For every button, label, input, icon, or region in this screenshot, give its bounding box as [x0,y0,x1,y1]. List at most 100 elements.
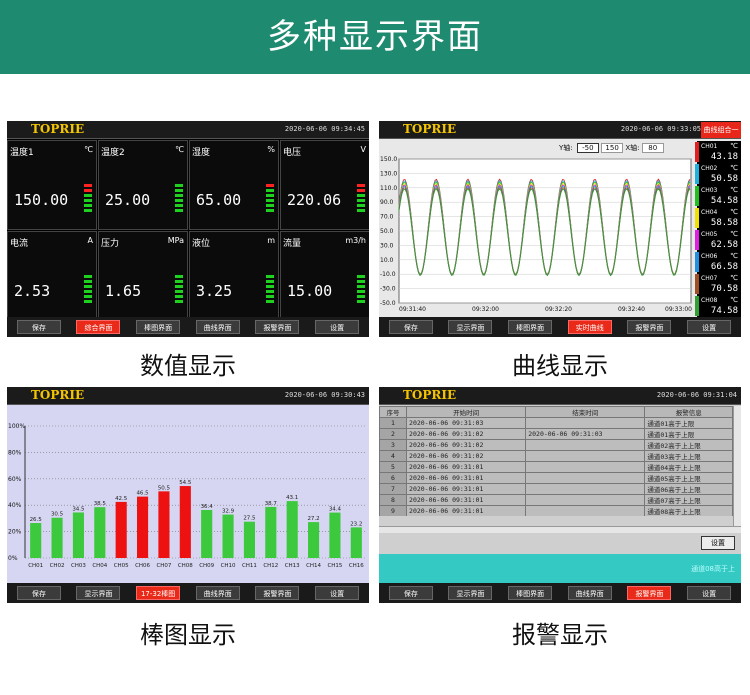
bar-category-label: CH13 [285,563,300,569]
bar-value-label: 30.5 [51,512,64,518]
level-led [357,204,365,207]
channel-value: 50.58 [710,174,738,184]
caption-trend: 曲线显示 [512,352,608,380]
bottom-nav: 保存 显示界面 棒图界面 曲线界面 报警界面 设置 [379,583,741,603]
horizontal-scrollbar[interactable] [379,526,741,533]
nav-button-0[interactable]: 保存 [16,586,61,600]
bar-ch10 [222,514,234,558]
alarm-row-no: 1 [379,417,408,429]
nav-button-2[interactable]: 棒图界面 [508,586,553,600]
y-tick-label: 80% [8,449,22,456]
x-tick-label: 09:32:00 [472,306,499,313]
x-tick-label: 09:31:40 [399,306,426,313]
nav-button-2[interactable]: 棒图界面 [136,320,181,334]
bottom-nav: 保存 综合界面 棒图界面 曲线界面 报警界面 设置 [7,317,369,337]
alarm-end-time [525,439,646,451]
nav-button-5[interactable]: 设置 [687,586,732,600]
channel-unit: ℃ [730,274,738,282]
level-led [84,199,92,202]
y-min-input[interactable]: -50 [576,143,599,153]
vertical-scrollbar[interactable] [733,406,741,526]
y-max-input[interactable]: 150 [601,143,624,153]
nav-button-0[interactable]: 保存 [388,320,433,334]
level-led [266,280,274,283]
cell-label: 电流 [10,239,29,249]
nav-button-4[interactable]: 报警界面 [627,320,672,334]
level-led [175,300,183,303]
level-led [266,204,274,207]
bar-category-label: CH01 [28,563,43,569]
level-led [266,295,274,298]
level-led [84,285,92,288]
alarm-row[interactable]: 4 2020-06-06 09:31:02 通道03高于上上限 [379,450,733,462]
x-span-input[interactable]: 80 [641,143,664,153]
value-cell: 温度2 ℃ 25.00 [98,140,188,230]
channel-color-swatch [695,164,699,184]
alarm-start-time: 2020-06-06 09:31:01 [406,494,527,506]
alarm-row[interactable]: 1 2020-06-06 09:31:03 通道01高于上限 [379,417,733,429]
level-led [84,275,92,278]
nav-button-1[interactable]: 显示界面 [448,586,493,600]
bar-value-label: 26.5 [30,517,43,523]
alarm-row[interactable]: 9 2020-06-06 09:31:01 通道08高于上上限 [379,505,733,516]
alarm-row[interactable]: 6 2020-06-06 09:31:01 通道05高于上上限 [379,472,733,484]
cell-value: 25.00 [105,191,151,209]
bar-ch14 [308,522,320,558]
nav-button-0[interactable]: 保存 [388,586,433,600]
alarm-row[interactable]: 7 2020-06-06 09:31:01 通道06高于上上限 [379,483,733,495]
level-led [84,290,92,293]
nav-button-3[interactable]: 曲线界面 [195,320,240,334]
bar-value-label: 32.9 [222,509,235,515]
nav-button-3[interactable]: 实时曲线 [567,320,612,334]
channel-unit: ℃ [730,186,738,194]
bar-ch08 [179,486,191,558]
alarm-row[interactable]: 8 2020-06-06 09:31:01 通道07高于上上限 [379,494,733,506]
nav-button-1[interactable]: 显示界面 [448,320,493,334]
alarm-row[interactable]: 3 2020-06-06 09:31:02 通道02高于上上限 [379,439,733,451]
alarm-start-time: 2020-06-06 09:31:01 [406,472,527,484]
cell-label: 电压 [283,148,302,158]
bar-value-label: 38.7 [265,501,278,507]
alarm-row[interactable]: 2 2020-06-06 09:31:02 2020-06-06 09:31:03 通… [379,428,733,440]
curve-group-button[interactable]: 曲线组合一 [701,122,741,138]
nav-button-0[interactable]: 保存 [16,320,61,334]
nav-button-1[interactable]: 显示界面 [76,586,121,600]
settings-button[interactable]: 设置 [701,536,735,550]
level-led [357,295,365,298]
nav-button-5[interactable]: 设置 [687,320,732,334]
nav-button-5[interactable]: 设置 [315,586,360,600]
cell-label: 液位 [192,239,211,249]
channel-readout: CH07 ℃ 70.58 [695,273,741,295]
datetime: 2020-06-06 09:34:45 [284,125,365,133]
channel-readout: CH01 ℃ 43.18 [695,141,741,163]
bar-ch05 [115,501,127,558]
alarm-message: 通道06高于上上限 [644,483,733,495]
nav-button-3[interactable]: 曲线界面 [195,586,240,600]
level-led [266,189,274,192]
alarm-end-time [525,450,646,462]
bar-value-label: 54.5 [179,480,192,486]
channel-value: 70.58 [710,284,738,294]
nav-button-2[interactable]: 棒图界面 [508,320,553,334]
level-led [175,280,183,283]
bar-value-label: 46.5 [136,491,149,497]
nav-button-4[interactable]: 报警界面 [627,586,672,600]
x-axis-label: X轴: [625,144,640,152]
channel-unit: ℃ [730,252,738,260]
nav-button-4[interactable]: 报警界面 [255,586,300,600]
y-tick-label: 130.0 [380,170,397,177]
nav-button-3[interactable]: 曲线界面 [567,586,612,600]
level-indicator [84,275,92,305]
alarm-row[interactable]: 5 2020-06-06 09:31:01 通道04高于上上限 [379,461,733,473]
nav-button-2[interactable]: 17-32棒图 [136,586,181,600]
cell-value: 220.06 [287,191,342,209]
nav-button-4[interactable]: 报警界面 [255,320,300,334]
channel-color-swatch [695,252,699,272]
y-tick-label: -30.0 [380,286,396,293]
channel-value: 66.58 [710,262,738,272]
level-led [84,204,92,207]
nav-button-1[interactable]: 综合界面 [76,320,121,334]
nav-button-5[interactable]: 设置 [315,320,360,334]
level-led [84,280,92,283]
level-led [175,194,183,197]
